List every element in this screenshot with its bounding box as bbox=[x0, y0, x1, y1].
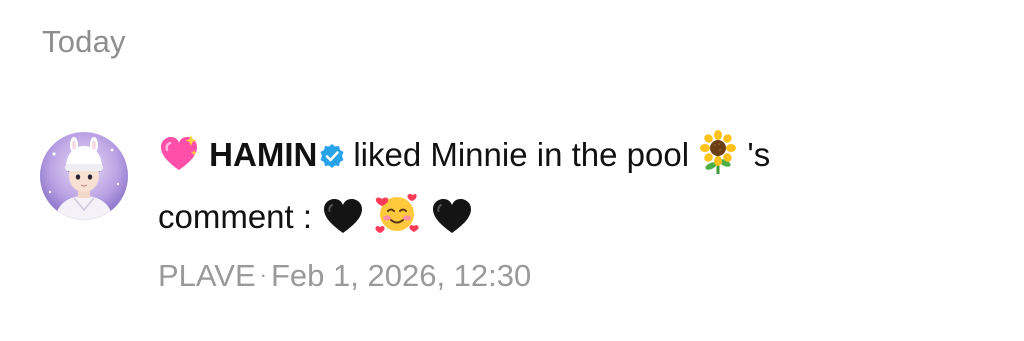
black-heart-icon bbox=[430, 196, 474, 252]
source-label[interactable]: PLAVE bbox=[158, 258, 256, 293]
avatar[interactable] bbox=[40, 132, 128, 220]
smiling-face-with-hearts-icon bbox=[374, 190, 420, 252]
verified-badge-icon bbox=[319, 131, 345, 185]
notification-content: HAMIN liked Minnie in the pool 's commen… bbox=[158, 128, 978, 294]
timestamp: Feb 1, 2026, 12:30 bbox=[270, 258, 532, 293]
sunflower-icon bbox=[698, 130, 738, 190]
sparkling-heart-icon bbox=[158, 134, 200, 190]
possessive-text: 's bbox=[747, 136, 771, 173]
action-text: liked Minnie in the pool bbox=[353, 136, 690, 173]
meta-separator: · bbox=[259, 262, 267, 287]
username-link[interactable]: HAMIN bbox=[209, 136, 317, 173]
notification-item[interactable]: HAMIN liked Minnie in the pool 's commen… bbox=[40, 128, 1000, 308]
notification-message: HAMIN liked Minnie in the pool 's commen… bbox=[158, 128, 978, 252]
section-header-today: Today bbox=[42, 24, 126, 59]
comment-prefix-text: comment : bbox=[158, 198, 313, 235]
black-heart-icon bbox=[321, 196, 365, 252]
notification-meta: PLAVE · Feb 1, 2026, 12:30 bbox=[158, 258, 978, 294]
